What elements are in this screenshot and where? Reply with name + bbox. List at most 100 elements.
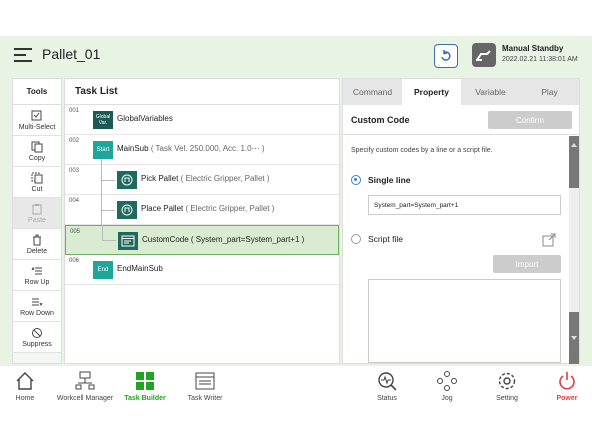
tool-label: Copy (28, 154, 46, 162)
delete-button[interactable]: Delete (13, 229, 61, 260)
property-title: Custom Code (351, 115, 410, 125)
row-number: 004 (69, 198, 80, 204)
row-name: MainSub (117, 144, 149, 153)
panel-tabs: Command Property Variable Play (343, 79, 579, 105)
scroll-down-button[interactable] (569, 312, 579, 364)
suppress-button[interactable]: Suppress (13, 322, 61, 353)
nav-label: Home (15, 395, 35, 402)
nav-label: Workcell Manager (56, 395, 114, 402)
power-icon (559, 372, 575, 390)
row-name: Place Pallet (141, 204, 184, 213)
paste-button[interactable]: Paste (13, 198, 61, 229)
nav-label: Status (377, 395, 397, 402)
row-name: Pick Pallet (141, 174, 179, 183)
tool-label: Paste (28, 216, 46, 224)
home-icon (16, 372, 34, 390)
end-badge: End (93, 261, 113, 279)
task-row-mainsub[interactable]: 002 Start MainSub ( Task Vel. 250.000, A… (65, 135, 339, 165)
robot-status-icon[interactable] (472, 43, 496, 67)
task-list-title: Task List (65, 79, 339, 105)
nav-label: Task Builder (124, 395, 166, 402)
nav-label: Task Writer (187, 395, 223, 402)
multi-select-button[interactable]: Multi-Select (13, 105, 61, 136)
row-param: ( Task Vel. 250.000, Acc. 1.0⋯ ) (150, 144, 265, 153)
tools-panel: Tools Multi-Select Copy Cut Paste Delete… (12, 78, 62, 364)
task-writer-icon (195, 372, 215, 390)
row-label: GlobalVariables (117, 114, 173, 123)
nav-label: Setting (496, 395, 518, 402)
jog-icon (437, 371, 457, 391)
row-down-icon (32, 298, 43, 306)
code-icon (118, 232, 138, 250)
row-down-button[interactable]: Row Down (13, 291, 61, 322)
row-label: EndMainSub (117, 264, 163, 273)
tool-label: Multi-Select (18, 123, 56, 131)
gripper-icon (117, 201, 137, 219)
copy-icon (31, 141, 43, 152)
tool-label: Suppress (22, 340, 52, 348)
single-line-input[interactable]: System_part=System_part+1 (368, 195, 561, 215)
task-row-customcode[interactable]: 005 CustomCode ( System_part=System_part… (65, 225, 339, 255)
row-number: 002 (69, 138, 80, 144)
paste-icon (32, 203, 42, 214)
tab-variable[interactable]: Variable (461, 79, 520, 105)
task-row-global-variables[interactable]: 001 Global Var. GlobalVariables (65, 105, 339, 135)
script-file-label: Script file (368, 234, 403, 244)
task-row-endmainsub[interactable]: 006 End EndMainSub (65, 255, 339, 285)
tab-play[interactable]: Play (520, 79, 579, 105)
script-file-area[interactable] (368, 279, 561, 363)
scroll-up-button[interactable] (569, 136, 579, 188)
single-line-radio[interactable] (351, 175, 361, 185)
open-external-icon[interactable] (542, 233, 556, 247)
task-row-place-pallet[interactable]: 004 Place Pallet ( Electric Gripper, Pal… (65, 195, 339, 225)
tab-command[interactable]: Command (343, 79, 402, 105)
task-row-pick-pallet[interactable]: 003 Pick Pallet ( Electric Gripper, Pall… (65, 159, 339, 195)
row-up-icon (31, 266, 42, 274)
property-header: Custom Code Confirm (343, 105, 579, 135)
import-button[interactable]: Import (493, 255, 561, 273)
script-file-radio[interactable] (351, 234, 361, 244)
header-bar: Pallet_01 Manual Standby 2022.02.21 11:3… (0, 36, 592, 76)
cut-icon (31, 172, 43, 183)
row-number: 005 (70, 229, 81, 235)
nav-label: Jog (441, 395, 453, 402)
row-number: 006 (69, 258, 80, 264)
nav-task-writer[interactable]: Task Writer (170, 370, 240, 402)
task-builder-icon (136, 372, 154, 390)
delete-icon (33, 234, 41, 245)
gripper-icon (117, 171, 137, 189)
suppress-icon (32, 327, 42, 338)
row-up-button[interactable]: Row Up (13, 260, 61, 291)
row-param: ( System_part=System_part+1 ) (190, 235, 305, 244)
global-var-badge: Global Var. (93, 111, 113, 129)
datetime-text: 2022.02.21 11:38:01 AM (502, 56, 578, 63)
sync-button[interactable] (434, 44, 458, 68)
row-label: CustomCode ( System_part=System_part+1 ) (142, 235, 304, 244)
tab-property[interactable]: Property (402, 79, 461, 105)
multiselect-icon (31, 110, 42, 120)
row-label: Place Pallet ( Electric Gripper, Pallet … (141, 204, 274, 213)
property-description: Specify custom codes by a line or a scri… (351, 147, 493, 154)
copy-button[interactable]: Copy (13, 136, 61, 167)
hamburger-menu-icon[interactable] (14, 48, 32, 62)
confirm-button[interactable]: Confirm (488, 111, 572, 129)
page-title: Pallet_01 (42, 46, 101, 62)
tool-label: Row Up (24, 278, 50, 286)
nav-power[interactable]: Power (532, 370, 592, 402)
tool-label: Delete (26, 247, 48, 255)
task-list-panel: Task List 001 Global Var. GlobalVariable… (64, 78, 340, 364)
row-number: 001 (69, 108, 80, 114)
panel-scrollbar[interactable] (569, 136, 579, 364)
property-panel: Command Property Variable Play Custom Co… (342, 78, 580, 364)
refresh-icon (441, 50, 451, 61)
row-param: ( Electric Gripper, Pallet ) (180, 174, 270, 183)
row-param: ( Electric Gripper, Pallet ) (185, 204, 275, 213)
setting-icon (498, 372, 516, 390)
nav-label: Power (556, 395, 578, 402)
single-line-label: Single line (368, 175, 411, 185)
row-number: 003 (69, 168, 80, 174)
cut-button[interactable]: Cut (13, 167, 61, 198)
bottom-navigation: Home Workcell Manager Task Builder Task … (0, 366, 592, 416)
row-label: MainSub ( Task Vel. 250.000, Acc. 1.0⋯ ) (117, 144, 265, 153)
start-badge: Start (93, 141, 113, 159)
